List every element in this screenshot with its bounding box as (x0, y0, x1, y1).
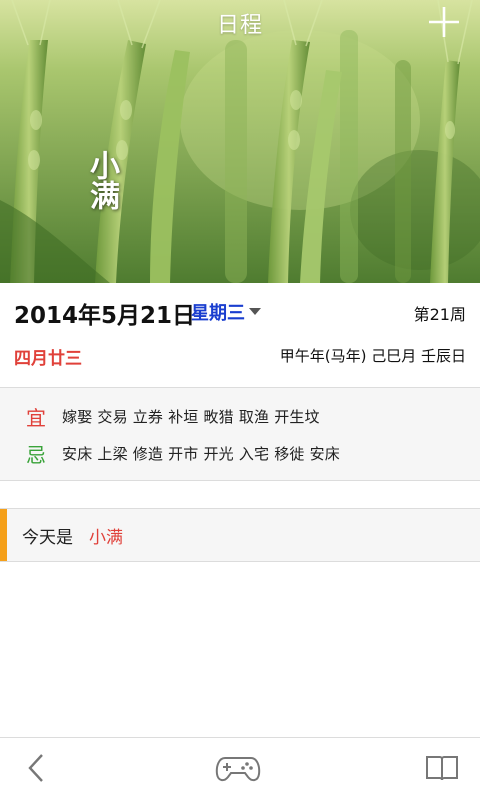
chevron-left-icon (28, 754, 43, 782)
book-icon (426, 756, 458, 781)
game-button[interactable] (212, 748, 264, 788)
solar-term-overlay: 小满 (84, 150, 119, 210)
plus-icon (429, 7, 459, 37)
bottom-nav (0, 737, 480, 800)
yi-items: 嫁娶 交易 立券 补垣 畋猎 取渔 开生坟 (62, 407, 320, 426)
festival-label: 今天是 (22, 527, 73, 548)
festival-bar[interactable]: 今天是 小满 (0, 508, 480, 562)
week-number: 第21周 (413, 305, 466, 324)
add-event-button[interactable] (426, 4, 462, 40)
date-row: 2014年5月21日 星期三 第21周 (14, 294, 466, 330)
festival-accent-bar (0, 509, 7, 561)
caret-down-icon (249, 307, 261, 315)
banner-image: 日程 小满 (0, 0, 480, 283)
almanac-box: 宜 嫁娶 交易 立券 补垣 畋猎 取渔 开生坟 忌 安床 上梁 修造 开市 开光… (0, 387, 480, 481)
lunar-row: 四月廿三 甲午年(马年) 己巳月 壬辰日 (14, 342, 466, 369)
yi-row: 宜 嫁娶 交易 立券 补垣 畋猎 取渔 开生坟 (26, 402, 320, 430)
ji-mark: 忌 (26, 442, 46, 467)
title-bar: 日程 (0, 0, 480, 46)
book-button[interactable] (420, 748, 464, 788)
back-button[interactable] (18, 748, 54, 788)
page-title: 日程 (216, 13, 263, 38)
lunar-date: 四月廿三 (14, 349, 82, 369)
yi-mark: 宜 (26, 405, 46, 430)
weekday-selector[interactable]: 星期三 (191, 299, 261, 325)
ji-row: 忌 安床 上梁 修造 开市 开光 入宅 移徙 安床 (26, 439, 340, 467)
gamepad-icon (215, 757, 261, 782)
ganzhi-date: 甲午年(马年) 己巳月 壬辰日 (279, 347, 466, 365)
ji-items: 安床 上梁 修造 开市 开光 入宅 移徙 安床 (62, 444, 340, 463)
weekday-label: 星期三 (191, 303, 245, 324)
gregorian-date: 2014年5月21日 (14, 303, 196, 329)
festival-name: 小满 (89, 527, 123, 548)
